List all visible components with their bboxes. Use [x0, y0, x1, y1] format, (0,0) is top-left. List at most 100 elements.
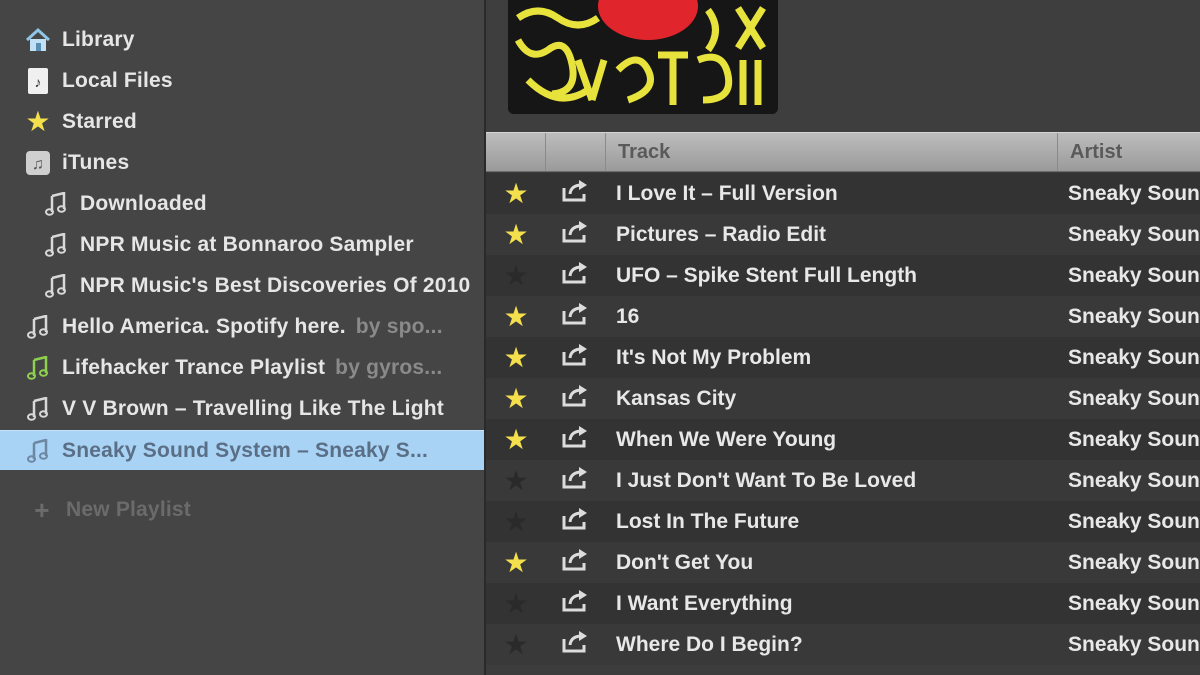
share-button[interactable] — [546, 630, 606, 660]
track-row[interactable]: ★ When We Were Young Sneaky Soun — [486, 419, 1200, 460]
share-column-header[interactable] — [546, 133, 606, 171]
star-icon: ★ — [25, 106, 51, 137]
share-button[interactable] — [546, 507, 606, 537]
track-row[interactable]: ★ Lost In The Future Sneaky Soun — [486, 501, 1200, 542]
sidebar-item[interactable]: Hello America. Spotify here. by spo... — [0, 307, 484, 347]
sidebar-item[interactable]: ♪ Local Files — [0, 61, 484, 101]
itunes-icon: ♫ — [24, 149, 52, 177]
artist-column-label: Artist — [1070, 140, 1123, 163]
track-row[interactable]: ★ 16 Sneaky Soun — [486, 296, 1200, 337]
share-button[interactable] — [546, 589, 606, 619]
share-icon — [561, 507, 591, 537]
star-toggle[interactable]: ★ — [486, 259, 546, 291]
track-artist[interactable]: Sneaky Soun — [1058, 223, 1200, 247]
track-artist[interactable]: Sneaky Soun — [1058, 346, 1200, 370]
track-artist[interactable]: Sneaky Soun — [1058, 182, 1200, 206]
star-column-header[interactable] — [486, 133, 546, 171]
sidebar-item[interactable]: Sneaky Sound System – Sneaky S... — [0, 430, 484, 470]
share-button[interactable] — [546, 343, 606, 373]
star-icon: ★ — [503, 259, 529, 291]
music-note-icon — [24, 354, 52, 382]
star-icon: ★ — [503, 218, 529, 250]
album-cover-art[interactable] — [508, 0, 778, 114]
share-icon — [561, 343, 591, 373]
star-toggle[interactable]: ★ — [486, 177, 546, 209]
local-files-icon: ♪ — [24, 67, 52, 95]
star-toggle[interactable]: ★ — [486, 507, 546, 536]
star-icon: ★ — [503, 177, 529, 209]
new-playlist-button[interactable]: + New Playlist — [0, 490, 484, 530]
track-row[interactable]: ★ It's Not My Problem Sneaky Soun — [486, 337, 1200, 378]
star-toggle[interactable]: ★ — [486, 546, 546, 578]
share-button[interactable] — [546, 179, 606, 209]
track-column-label: Track — [618, 140, 671, 163]
sidebar-item-label: Starred — [62, 110, 137, 133]
share-button[interactable] — [546, 425, 606, 455]
star-icon: ★ — [503, 341, 529, 373]
track-artist[interactable]: Sneaky Soun — [1058, 551, 1200, 575]
sidebar-item[interactable]: NPR Music at Bonnaroo Sampler — [0, 225, 484, 265]
svg-text:♪: ♪ — [34, 74, 41, 90]
star-toggle[interactable]: ★ — [486, 341, 546, 373]
star-toggle[interactable]: ★ — [486, 382, 546, 414]
track-artist[interactable]: Sneaky Soun — [1058, 264, 1200, 288]
album-cover-graphic — [508, 0, 778, 114]
sidebar-item-label: Library — [62, 28, 135, 51]
track-column-header[interactable]: Track — [606, 133, 1058, 171]
share-icon — [561, 630, 591, 660]
star-toggle[interactable]: ★ — [486, 628, 546, 660]
track-row[interactable]: ★ I Love It – Full Version Sneaky Soun — [486, 173, 1200, 214]
track-title: I Just Don't Want To Be Loved — [616, 468, 917, 492]
sidebar-item[interactable]: Lifehacker Trance Playlist by gyros... — [0, 348, 484, 388]
star-toggle[interactable]: ★ — [486, 466, 546, 495]
track-row[interactable]: ★ Where Do I Begin? Sneaky Soun — [486, 624, 1200, 665]
track-artist[interactable]: Sneaky Soun — [1058, 428, 1200, 452]
sidebar-item-label: Lifehacker Trance Playlist — [62, 356, 326, 379]
sidebar-item[interactable]: ♫ iTunes — [0, 143, 484, 183]
star-icon: ★ — [503, 423, 529, 455]
share-button[interactable] — [546, 548, 606, 578]
track-row[interactable]: ★ Kansas City Sneaky Soun — [486, 378, 1200, 419]
star-toggle[interactable]: ★ — [486, 218, 546, 250]
track-artist[interactable]: Sneaky Soun — [1058, 469, 1200, 493]
track-artist[interactable]: Sneaky Soun — [1058, 592, 1200, 616]
track-row[interactable]: ★ I Want Everything Sneaky Soun — [486, 583, 1200, 624]
track-row[interactable]: ★ Don't Get You Sneaky Soun — [486, 542, 1200, 583]
share-button[interactable] — [546, 302, 606, 332]
track-artist[interactable]: Sneaky Soun — [1058, 633, 1200, 657]
share-button[interactable] — [546, 220, 606, 250]
track-artist[interactable]: Sneaky Soun — [1058, 510, 1200, 534]
share-button[interactable] — [546, 384, 606, 414]
sidebar-item[interactable]: ★ Starred — [0, 102, 484, 142]
track-row[interactable]: ★ I Just Don't Want To Be Loved Sneaky Sou… — [486, 460, 1200, 501]
star-toggle[interactable]: ★ — [486, 300, 546, 332]
sidebar-item[interactable]: NPR Music's Best Discoveries Of 2010 — [0, 266, 484, 306]
track-title: Don't Get You — [616, 550, 754, 574]
track-row[interactable]: ★ Pictures – Radio Edit Sneaky Soun — [486, 214, 1200, 255]
sidebar-item[interactable]: V V Brown – Travelling Like The Light — [0, 389, 484, 429]
sidebar-item-label: NPR Music at Bonnaroo Sampler — [80, 233, 414, 256]
share-button[interactable] — [546, 466, 606, 496]
track-row[interactable]: ★ UFO – Spike Stent Full Length Sneaky Sou… — [486, 255, 1200, 296]
share-icon — [561, 425, 591, 455]
sidebar-item-label: iTunes — [62, 151, 130, 174]
sidebar-item[interactable]: Downloaded — [0, 184, 484, 224]
share-button[interactable] — [546, 261, 606, 291]
main-panel: Track Artist ★ I Love It – Full Version Sn… — [486, 0, 1200, 675]
track-title: It's Not My Problem — [616, 345, 812, 369]
sidebar-item[interactable]: Library — [0, 20, 484, 60]
track-artist[interactable]: Sneaky Soun — [1058, 387, 1200, 411]
star-toggle[interactable]: ★ — [486, 423, 546, 455]
artist-column-header[interactable]: Artist — [1058, 133, 1200, 171]
star-icon: ★ — [503, 300, 529, 332]
star-icon: ★ — [503, 628, 529, 660]
music-note-icon — [42, 190, 70, 218]
share-icon — [561, 220, 591, 250]
playlist-owner: by gyros... — [335, 356, 443, 379]
star-toggle[interactable]: ★ — [486, 589, 546, 618]
tracklist-header: Track Artist — [486, 132, 1200, 172]
star-icon: ★ — [503, 546, 529, 578]
share-icon — [561, 384, 591, 414]
track-artist[interactable]: Sneaky Soun — [1058, 305, 1200, 329]
star-icon: ★ — [503, 382, 529, 414]
